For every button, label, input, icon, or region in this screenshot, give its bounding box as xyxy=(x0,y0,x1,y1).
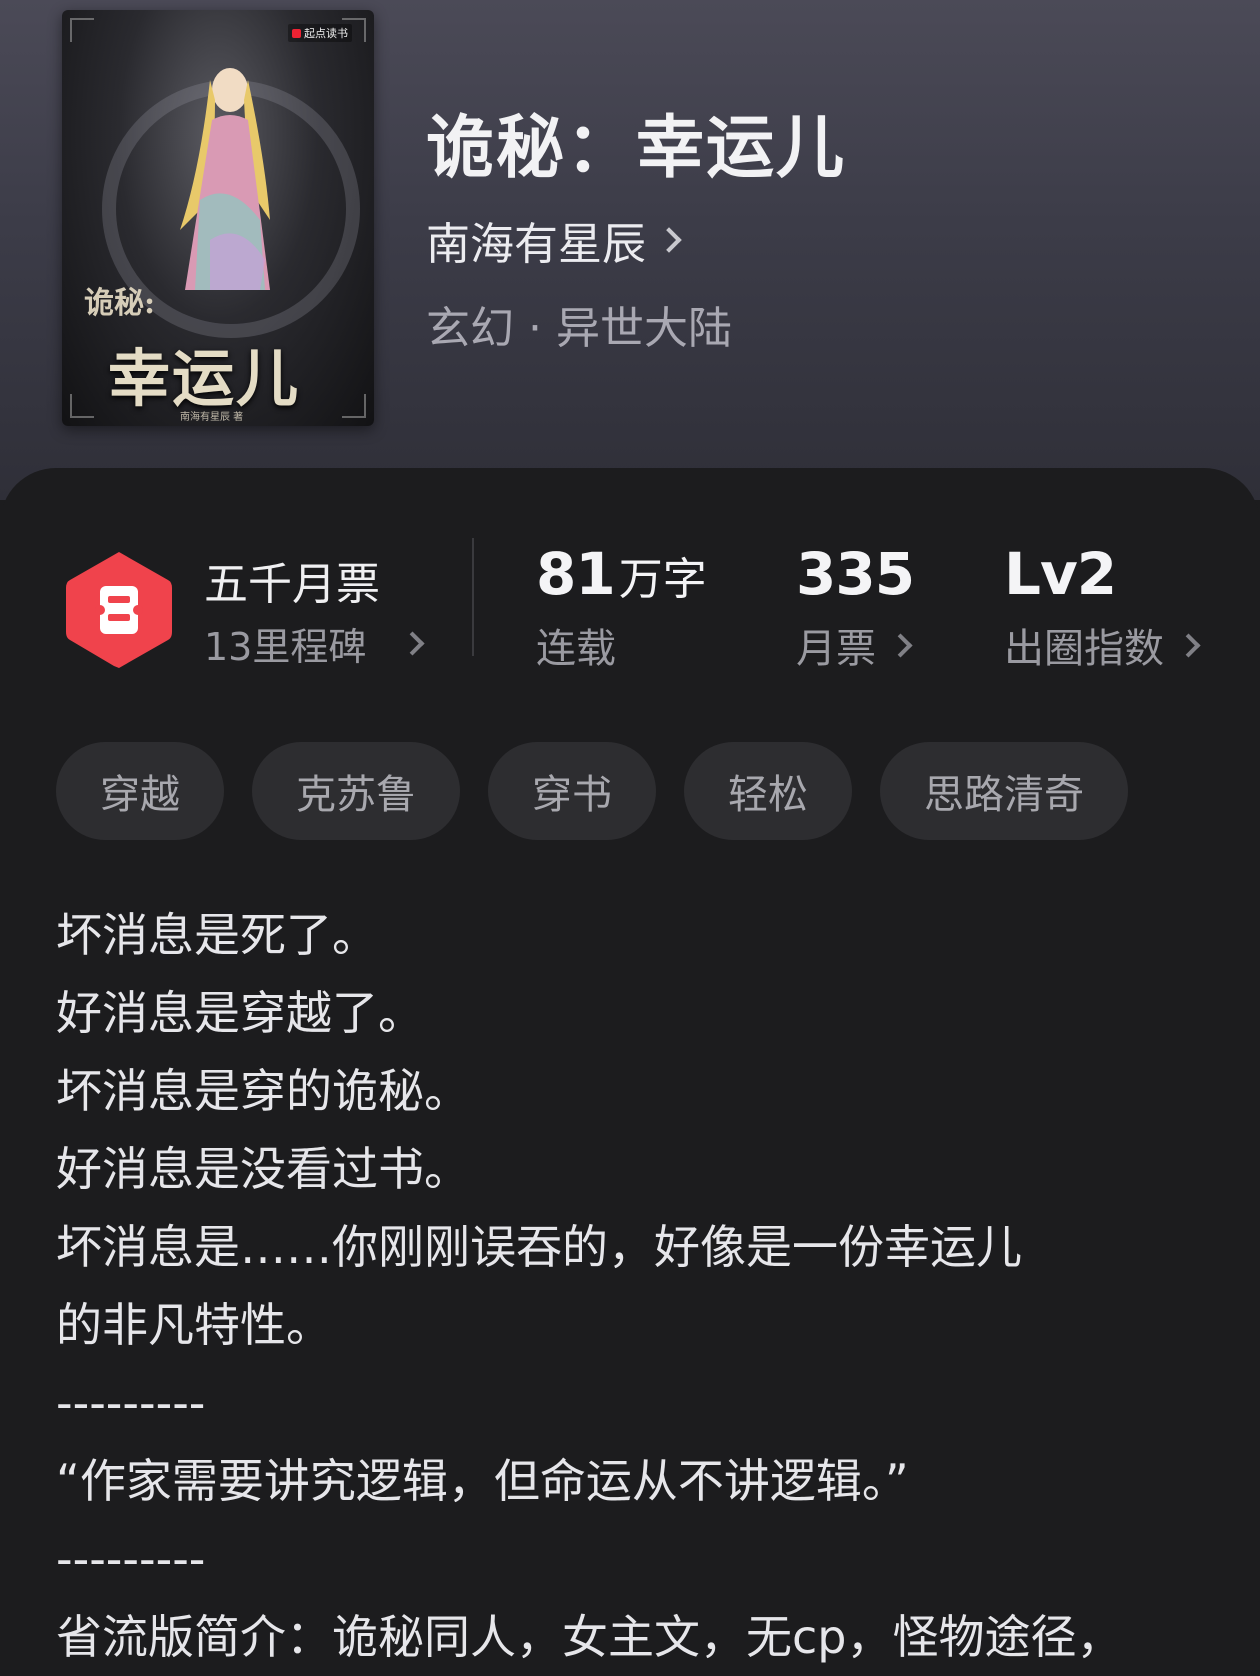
description-line: 的非凡特性。 xyxy=(56,1298,332,1352)
description-line: 好消息是穿越了。 xyxy=(56,986,424,1040)
author-name: 南海有星辰 xyxy=(426,219,646,270)
book-cover[interactable]: 起点读书 诡秘: 幸运儿 南海有星辰 著 xyxy=(62,10,374,426)
book-title: 诡秘：幸运儿 xyxy=(426,109,847,188)
cover-ornament xyxy=(342,394,366,418)
stat-popularity-index[interactable]: Lv2 出圈指数 xyxy=(1004,540,1201,674)
author-link[interactable]: 南海有星辰 xyxy=(426,208,682,272)
tag-chip[interactable]: 轻松 xyxy=(684,742,852,840)
book-header: 起点读书 诡秘: 幸运儿 南海有星辰 著 诡秘：幸运儿 南海有星辰 玄幻 · 异… xyxy=(0,0,1260,500)
serial-status-label: 连载 xyxy=(536,626,616,672)
chevron-right-icon xyxy=(656,227,682,253)
cover-ornament xyxy=(70,394,94,418)
description-line: --------- xyxy=(56,1376,206,1430)
cover-author: 南海有星辰 著 xyxy=(180,412,244,423)
word-count-value: 81 xyxy=(536,540,616,608)
description-line: 好消息是没看过书。 xyxy=(56,1142,470,1196)
cover-illustration xyxy=(180,68,270,290)
milestone-label: 13里程碑 xyxy=(204,625,367,669)
popularity-level-value: Lv2 xyxy=(1004,540,1117,608)
stat-word-count: 81万字 连载 xyxy=(536,540,707,674)
badge-title: 五千月票 xyxy=(204,559,380,610)
chevron-right-icon xyxy=(400,631,425,656)
monthly-ticket-value: 335 xyxy=(796,540,915,608)
tag-chip[interactable]: 克苏鲁 xyxy=(252,742,460,840)
stat-monthly-tickets[interactable]: 335 月票 xyxy=(796,540,915,674)
word-count-unit: 万字 xyxy=(618,554,707,605)
description-line: 省流版简介：诡秘同人，女主文，无cp，怪物途径， xyxy=(56,1610,1123,1664)
chevron-right-icon xyxy=(888,632,913,658)
description-line: “作家需要讲究逻辑，但命运从不讲逻辑。” xyxy=(56,1454,909,1508)
tag-chip[interactable]: 穿书 xyxy=(488,742,656,840)
divider xyxy=(472,538,474,656)
tag-chip[interactable]: 穿越 xyxy=(56,742,224,840)
description-line: 坏消息是穿的诡秘。 xyxy=(56,1064,470,1118)
book-description[interactable]: 坏消息是死了。 好消息是穿越了。 坏消息是穿的诡秘。 好消息是没看过书。 坏消息… xyxy=(56,896,1206,1676)
cover-title-large: 幸运儿 xyxy=(108,342,301,415)
milestone-link[interactable]: 13里程碑 xyxy=(204,616,425,671)
book-genre: 玄幻 · 异世大陆 xyxy=(426,303,732,354)
tag-list: 穿越 克苏鲁 穿书 轻松 思路清奇 xyxy=(56,742,1128,840)
description-line: 坏消息是……你刚刚误吞的，好像是一份幸运儿 xyxy=(56,1220,1022,1274)
chevron-right-icon xyxy=(1176,632,1201,658)
description-line: --------- xyxy=(56,1532,206,1586)
ticket-badge-icon xyxy=(66,552,172,668)
monthly-ticket-label: 月票 xyxy=(796,626,876,672)
cover-publisher-logo: 起点读书 xyxy=(288,24,352,42)
cover-ornament xyxy=(70,18,94,42)
description-line: 坏消息是死了。 xyxy=(56,908,378,962)
tag-chip[interactable]: 思路清奇 xyxy=(880,742,1128,840)
cover-title-small: 诡秘: xyxy=(84,286,156,321)
popularity-index-label: 出圈指数 xyxy=(1004,626,1164,672)
